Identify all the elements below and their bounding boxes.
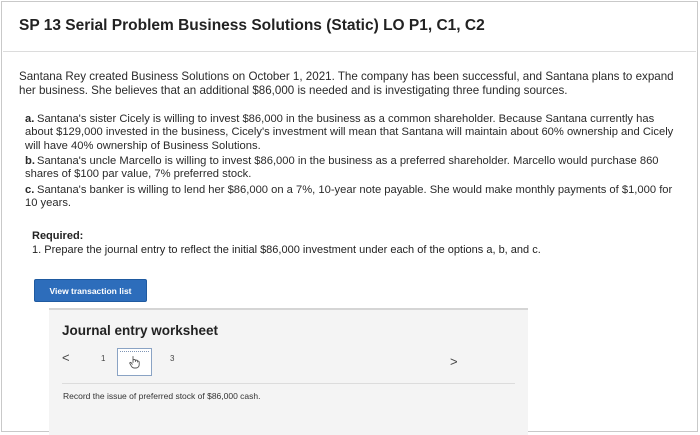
- view-transaction-list-button[interactable]: View transaction list: [34, 279, 147, 302]
- worksheet-title: Journal entry worksheet: [62, 323, 219, 338]
- option-letter: c.: [25, 184, 35, 196]
- option-letter: a.: [25, 113, 35, 125]
- required-heading: Required:: [32, 230, 84, 242]
- option-text: Santana's banker is willing to lend her …: [25, 184, 673, 210]
- option-a: a. Santana's sister Cicely is willing to …: [25, 113, 677, 153]
- prev-page-icon[interactable]: <: [62, 350, 70, 365]
- problem-intro: Santana Rey created Business Solutions o…: [19, 70, 674, 97]
- worksheet-page-1[interactable]: 1: [101, 354, 105, 363]
- page-title: SP 13 Serial Problem Business Solutions …: [19, 17, 485, 34]
- option-b: b. Santana's uncle Marcello is willing to…: [25, 155, 677, 182]
- title-divider: [3, 51, 696, 52]
- worksheet-page-2-current[interactable]: [117, 348, 152, 376]
- worksheet-divider: [62, 383, 515, 384]
- option-text: Santana's uncle Marcello is willing to i…: [25, 155, 659, 181]
- worksheet-instruction: Record the issue of preferred stock of $…: [63, 391, 261, 401]
- pointer-hand-icon: [128, 356, 140, 369]
- journal-entry-worksheet: Journal entry worksheet < 1 3 > Record t…: [49, 308, 528, 435]
- problem-panel: SP 13 Serial Problem Business Solutions …: [1, 1, 698, 435]
- focus-outline: [120, 351, 149, 353]
- next-page-icon[interactable]: >: [450, 354, 458, 369]
- worksheet-page-3[interactable]: 3: [170, 354, 174, 363]
- required-text: 1. Prepare the journal entry to reflect …: [32, 244, 541, 256]
- option-text: Santana's sister Cicely is willing to in…: [25, 113, 674, 152]
- option-c: c. Santana's banker is willing to lend he…: [25, 184, 677, 211]
- option-letter: b.: [25, 155, 35, 167]
